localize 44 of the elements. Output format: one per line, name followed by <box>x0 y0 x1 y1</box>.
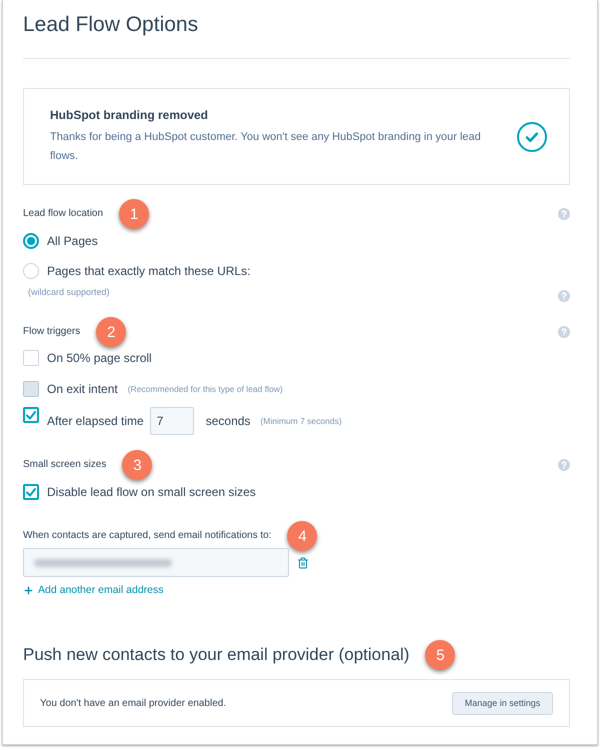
checkbox[interactable] <box>23 407 39 423</box>
seconds-input[interactable]: 7 <box>150 407 194 435</box>
option-label: After elapsed time <box>47 413 144 429</box>
hint-text: (wildcard supported) <box>28 287 110 297</box>
checkbox[interactable] <box>23 484 39 500</box>
trash-icon <box>297 556 309 568</box>
unit-label: seconds <box>206 413 250 429</box>
radio-button[interactable] <box>23 263 39 279</box>
help-icon[interactable] <box>558 290 570 302</box>
email-input-field[interactable] <box>23 548 289 577</box>
radio-button[interactable] <box>23 233 39 249</box>
page-title: Lead Flow Options <box>23 12 200 38</box>
option-label: Pages that exactly match these URLs: <box>47 263 250 279</box>
section-label: Small screen sizes <box>23 458 106 472</box>
help-icon[interactable] <box>558 326 570 338</box>
option-label: On exit intent <box>47 381 118 397</box>
option-note: (Minimum 7 seconds) <box>260 416 342 426</box>
callout-number-badge: 1 <box>119 199 150 229</box>
option-note: (Recommended for this type of lead flow) <box>128 384 283 394</box>
check-icon <box>26 488 36 496</box>
section-label: When contacts are captured, send email notifications to: <box>23 529 272 543</box>
provider-message: You don't have an email provider enabled. <box>40 698 226 708</box>
callout-number-badge: 5 <box>425 640 456 670</box>
option-label: Disable lead flow on small screen sizes <box>47 484 256 500</box>
callout-number-badge: 4 <box>287 521 318 551</box>
section-label: Flow triggers <box>23 325 80 339</box>
check-icon <box>26 410 36 420</box>
callout-number-badge: 3 <box>122 450 152 480</box>
plus-icon <box>23 584 34 596</box>
delete-button[interactable] <box>297 556 309 568</box>
add-email-link[interactable]: Add another email address <box>23 583 164 597</box>
section-heading: Push new contacts to your email provider (optional) <box>23 644 410 666</box>
option-label: All Pages <box>47 233 98 249</box>
checkbox[interactable] <box>23 350 39 366</box>
blurred-text-icon <box>34 558 172 566</box>
callout-number-badge: 2 <box>96 317 126 347</box>
notice-text: Thanks for being a HubSpot customer. You won't see any HubSpot branding in your lead flows. <box>50 130 482 164</box>
help-icon[interactable] <box>558 208 570 220</box>
section-label: Lead flow location <box>23 207 104 221</box>
notice-title: HubSpot branding removed <box>50 107 210 123</box>
check-circle-icon <box>517 122 547 152</box>
option-label: On 50% page scroll <box>47 350 152 366</box>
manage-settings-button[interactable]: Manage in settings <box>452 692 553 714</box>
help-icon[interactable] <box>558 459 570 471</box>
